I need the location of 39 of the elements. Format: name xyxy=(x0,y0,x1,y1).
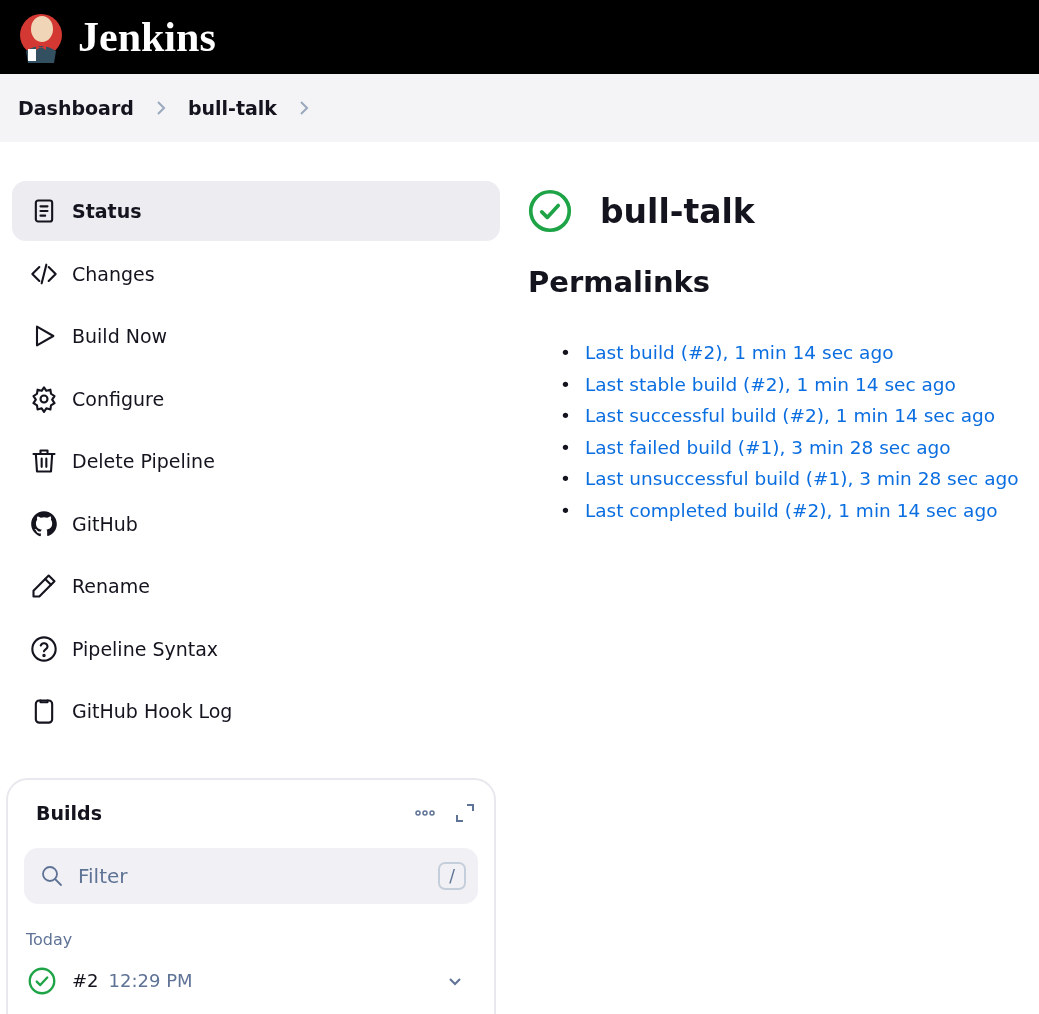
bullet: • xyxy=(560,498,571,523)
bullet: • xyxy=(560,372,571,397)
breadcrumb-link[interactable]: bull-talk xyxy=(187,97,277,119)
permalink[interactable]: Last successful build (#2), 1 min 14 sec ago xyxy=(584,400,996,432)
group-label: Today xyxy=(26,929,74,949)
permalink[interactable]: Last stable build (#2), 1 min 14 sec ago xyxy=(584,368,956,401)
sidebar-item[interactable]: GitHub xyxy=(12,493,500,554)
job-title: bull-talk xyxy=(600,191,755,231)
shortcut-key: / xyxy=(438,861,466,890)
butler-logo xyxy=(18,11,64,63)
permalink[interactable]: Last completed build (#2), 1 min 14 sec ago xyxy=(584,494,998,527)
breadcrumb-link[interactable]: Dashboard xyxy=(18,97,134,119)
permalink[interactable]: Last unsuccessful build (#1), 3 min 28 sec ago xyxy=(584,463,1019,495)
sidebar-item[interactable]: Configure xyxy=(12,368,500,429)
permalink[interactable]: Last failed build (#1), 3 min 28 sec ago xyxy=(584,431,951,464)
expand-icon[interactable] xyxy=(454,801,476,824)
card-title: Builds xyxy=(36,801,103,824)
sidebar-item[interactable]: GitHub Hook Log xyxy=(12,681,500,741)
settings-icon xyxy=(30,384,58,413)
trash-icon xyxy=(30,447,58,475)
bullet: • xyxy=(560,404,571,429)
permalink[interactable]: Last build (#2), 1 min 14 sec ago xyxy=(584,337,894,369)
sidebar-item[interactable]: Delete Pipeline xyxy=(12,431,500,491)
help-icon xyxy=(30,634,58,663)
sidebar-item[interactable]: Status xyxy=(12,181,500,241)
bullet: • xyxy=(560,435,571,460)
bullet: • xyxy=(560,341,571,365)
build-number[interactable]: #2 xyxy=(72,970,99,991)
sidebar-item[interactable]: Rename xyxy=(12,556,500,616)
search-icon xyxy=(40,863,64,888)
section-heading: Permalinks xyxy=(528,265,712,299)
sidebar-item[interactable]: Pipeline Syntax xyxy=(12,618,500,679)
app-title: Jenkins xyxy=(78,13,216,61)
octocat-icon xyxy=(30,509,58,538)
sidebar-item[interactable]: Build Now xyxy=(12,306,500,366)
pencil-icon xyxy=(30,572,58,600)
build-time: 12:29 PM xyxy=(108,970,194,991)
sidebar-item[interactable]: Changes xyxy=(12,243,500,304)
bullet: • xyxy=(560,467,571,492)
